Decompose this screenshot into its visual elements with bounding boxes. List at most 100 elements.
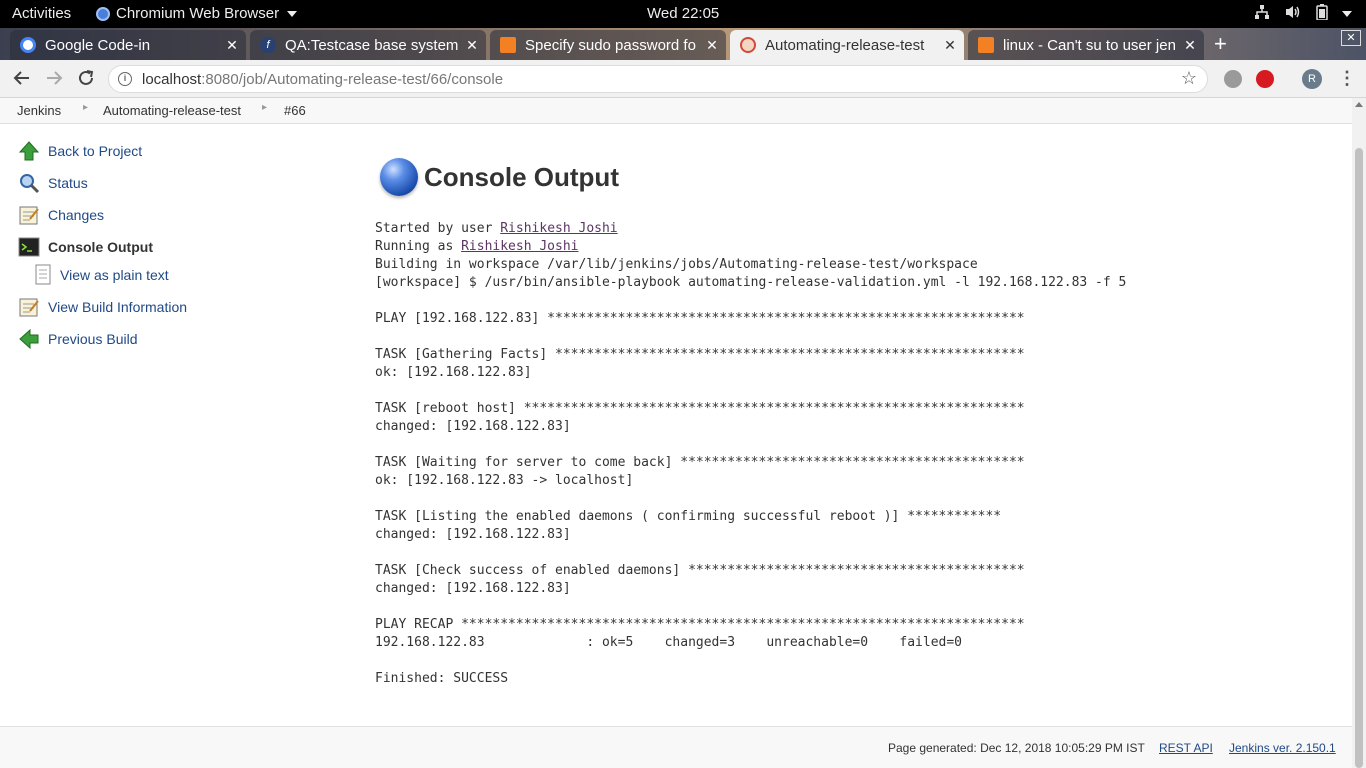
- new-tab-button[interactable]: +: [1214, 31, 1227, 57]
- reload-icon: [79, 70, 94, 85]
- address-bar[interactable]: i localhost:8080/job/Automating-release-…: [108, 65, 1208, 93]
- console-line: Running as: [375, 239, 462, 254]
- page-heading: Console Output: [380, 158, 619, 196]
- back-arrow-icon: [13, 71, 29, 85]
- left-arrow-icon: [18, 328, 40, 350]
- sidebar-item-console-output[interactable]: Console Output: [18, 236, 153, 258]
- sidebar-item-view-build-information[interactable]: View Build Information: [18, 296, 187, 318]
- document-icon: [34, 264, 52, 286]
- sidebar-item-label: Status: [48, 175, 88, 191]
- tab-strip: Google Code-in ✕ f QA:Testcase base syst…: [0, 28, 1366, 60]
- close-icon[interactable]: ✕: [222, 37, 242, 54]
- url-text: localhost:8080/job/Automating-release-te…: [142, 71, 504, 88]
- scroll-up-icon[interactable]: [1355, 102, 1363, 107]
- console-line: PLAY [192.168.122.83] ******************…: [375, 311, 1025, 326]
- user-link[interactable]: Rishikesh Joshi: [500, 221, 617, 236]
- console-line: 192.168.122.83 : ok=5 changed=3 unreacha…: [375, 635, 962, 650]
- app-menu[interactable]: Chromium Web Browser: [96, 5, 298, 22]
- chevron-down-icon: [1342, 11, 1352, 17]
- console-line: changed: [192.168.122.83]: [375, 581, 571, 596]
- bookmark-star-icon[interactable]: ☆: [1181, 68, 1197, 89]
- sidebar-item-label: Console Output: [48, 239, 153, 255]
- jenkins-favicon-icon: [740, 37, 756, 53]
- sidebar-item-changes[interactable]: Changes: [18, 204, 104, 226]
- breadcrumb-jenkins[interactable]: Jenkins: [17, 103, 61, 118]
- console-line: TASK [Gathering Facts] *****************…: [375, 347, 1025, 362]
- tab-title: Automating-release-test: [765, 36, 925, 54]
- terminal-icon: [18, 236, 40, 258]
- console-line: changed: [192.168.122.83]: [375, 527, 571, 542]
- system-status-area[interactable]: [1254, 4, 1352, 24]
- reload-button[interactable]: [76, 68, 96, 92]
- up-arrow-icon: [18, 140, 40, 162]
- console-line: TASK [Listing the enabled daemons ( conf…: [375, 509, 1002, 524]
- activities-button[interactable]: Activities: [12, 5, 71, 22]
- tab-linux-su[interactable]: linux - Can't su to user jen ✕: [968, 30, 1204, 60]
- console-line: PLAY RECAP *****************************…: [375, 617, 1025, 632]
- sidebar-item-label: Back to Project: [48, 143, 143, 159]
- rest-api-link[interactable]: REST API: [1159, 741, 1213, 755]
- breadcrumb: Jenkins ▸ Automating-release-test ▸ #66: [0, 98, 1352, 124]
- tab-title: Google Code-in: [45, 36, 151, 54]
- back-button[interactable]: [12, 68, 32, 92]
- volume-icon: [1284, 4, 1302, 24]
- tab-title: QA:Testcase base system: [285, 36, 459, 54]
- chevron-down-icon: [287, 10, 298, 17]
- page-scrollbar[interactable]: [1352, 98, 1366, 768]
- breadcrumb-separator-icon: ▸: [262, 102, 268, 113]
- sidebar-item-label: Previous Build: [48, 331, 138, 347]
- close-icon[interactable]: ✕: [702, 37, 722, 54]
- stackexchange-favicon-icon: [500, 37, 516, 53]
- close-icon[interactable]: ✕: [940, 37, 960, 54]
- tab-sudo-password[interactable]: Specify sudo password fo ✕: [490, 30, 726, 60]
- close-icon[interactable]: ✕: [462, 37, 482, 54]
- sidebar-item-status[interactable]: Status: [18, 172, 88, 194]
- ublock-extension-icon[interactable]: [1256, 70, 1274, 88]
- tab-automating-release-test[interactable]: Automating-release-test ✕: [730, 30, 964, 60]
- tab-title: linux - Can't su to user jen: [1003, 36, 1176, 54]
- fedora-favicon-icon: f: [260, 37, 276, 53]
- console-output: Started by user Rishikesh Joshi Running …: [375, 220, 1335, 688]
- clock[interactable]: Wed 22:05: [647, 5, 719, 22]
- magnifier-icon: [18, 172, 40, 194]
- profile-avatar[interactable]: R: [1302, 69, 1322, 89]
- system-top-bar: Activities Chromium Web Browser Wed 22:0…: [0, 0, 1366, 28]
- forward-button[interactable]: [44, 68, 64, 92]
- scrollbar-thumb[interactable]: [1355, 148, 1363, 768]
- user-link[interactable]: Rishikesh Joshi: [461, 239, 578, 254]
- notepad-icon: [18, 296, 40, 318]
- console-globe-icon: [380, 158, 418, 196]
- breadcrumb-job[interactable]: Automating-release-test: [103, 103, 241, 118]
- site-info-icon[interactable]: i: [118, 72, 132, 86]
- jenkins-version-link[interactable]: Jenkins ver. 2.150.1: [1229, 741, 1336, 755]
- breadcrumb-build[interactable]: #66: [284, 103, 306, 118]
- sidebar-item-label: View as plain text: [60, 267, 169, 283]
- chromium-icon: [96, 6, 110, 21]
- close-icon[interactable]: ✕: [1180, 37, 1200, 54]
- forward-arrow-icon: [47, 71, 63, 85]
- sidebar-item-previous-build[interactable]: Previous Build: [18, 328, 138, 350]
- google-favicon-icon: [20, 37, 36, 53]
- window-close-button[interactable]: ✕: [1341, 30, 1361, 46]
- page-generated-text: Page generated: Dec 12, 2018 10:05:29 PM…: [888, 741, 1145, 755]
- sidebar-item-back-to-project[interactable]: Back to Project: [18, 140, 142, 162]
- breadcrumb-separator-icon: ▸: [83, 102, 89, 113]
- console-line: Building in workspace /var/lib/jenkins/j…: [375, 257, 978, 272]
- console-line: ok: [192.168.122.83]: [375, 365, 532, 380]
- tab-qa-testcase[interactable]: f QA:Testcase base system ✕: [250, 30, 486, 60]
- notepad-icon: [18, 204, 40, 226]
- console-line: changed: [192.168.122.83]: [375, 419, 571, 434]
- console-log-lines: Building in workspace /var/lib/jenkins/j…: [375, 257, 1126, 686]
- sidebar-item-label: View Build Information: [48, 299, 188, 315]
- stackexchange-favicon-icon: [978, 37, 994, 53]
- browser-toolbar: i localhost:8080/job/Automating-release-…: [0, 60, 1366, 98]
- network-icon: [1254, 4, 1270, 24]
- fedora-extension-icon[interactable]: [1224, 70, 1242, 88]
- battery-icon: [1316, 4, 1328, 24]
- page-title: Console Output: [424, 161, 619, 192]
- tab-google-code-in[interactable]: Google Code-in ✕: [10, 30, 246, 60]
- sidebar-item-view-plain-text[interactable]: View as plain text: [34, 264, 169, 286]
- console-line: TASK [Waiting for server to come back] *…: [375, 455, 1025, 470]
- browser-menu-icon[interactable]: ⋮: [1338, 68, 1356, 89]
- console-line: TASK [reboot host] *********************…: [375, 401, 1025, 416]
